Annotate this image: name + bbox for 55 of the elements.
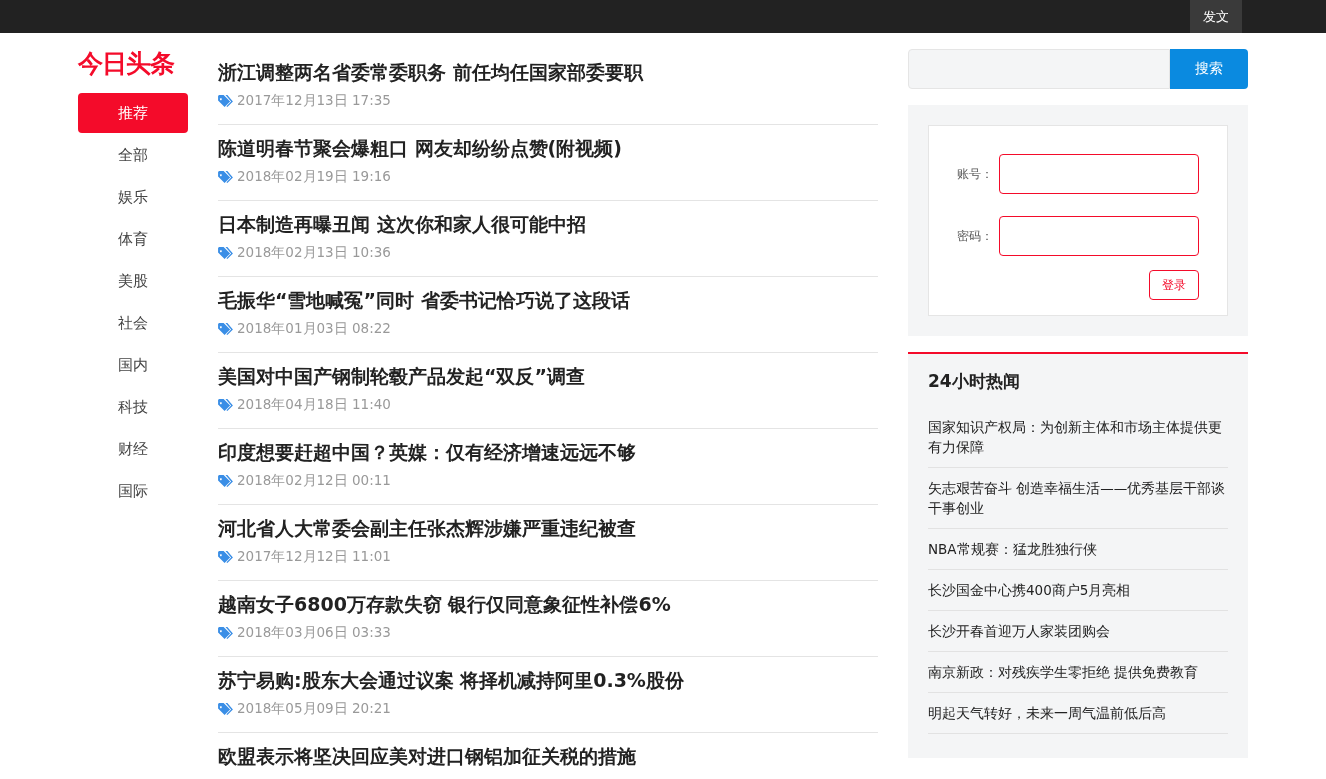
tag-icon	[218, 702, 233, 716]
tag-icon	[218, 94, 233, 108]
article-title[interactable]: 越南女子6800万存款失窃 银行仅同意象征性补偿6%	[218, 589, 878, 619]
search-field[interactable]	[908, 49, 1170, 89]
article-date: 2018年02月13日 10:36	[237, 244, 391, 262]
article-date: 2018年03月06日 03:33	[237, 624, 391, 642]
hot-news-link[interactable]: 明起天气转好，未来一周气温前低后高	[928, 693, 1228, 734]
article-title[interactable]: 毛振华“雪地喊冤”同时 省委书记恰巧说了这段话	[218, 285, 878, 315]
account-field[interactable]	[999, 154, 1199, 194]
channel-tab[interactable]: 美股	[78, 261, 188, 301]
article-date: 2018年02月12日 00:11	[237, 472, 391, 490]
article-date: 2018年05月09日 20:21	[237, 700, 391, 718]
article-title[interactable]: 陈道明春节聚会爆粗口 网友却纷纷点赞(附视频)	[218, 133, 878, 163]
tag-icon	[218, 246, 233, 260]
tag-icon	[218, 322, 233, 336]
hot-news-link[interactable]: 长沙开春首迎万人家装团购会	[928, 611, 1228, 652]
tag-icon	[218, 170, 233, 184]
article-title[interactable]: 浙江调整两名省委常委职务 前任均任国家部委要职	[218, 57, 878, 87]
article-title[interactable]: 欧盟表示将坚决回应美对进口钢铝加征关税的措施	[218, 741, 878, 771]
article-title[interactable]: 日本制造再曝丑闻 这次你和家人很可能中招	[218, 209, 878, 239]
article-title[interactable]: 印度想要赶超中国？英媒：仅有经济增速远远不够	[218, 437, 878, 467]
tag-icon	[218, 474, 233, 488]
hot-news-link[interactable]: 国家知识产权局：为创新主体和市场主体提供更有力保障	[928, 407, 1228, 468]
field-label: 账号：	[957, 165, 993, 183]
post-button[interactable]: 发文	[1190, 0, 1242, 33]
tag-icon	[218, 398, 233, 412]
article-title[interactable]: 美国对中国产钢制轮毂产品发起“双反”调查	[218, 361, 878, 391]
channel-tab[interactable]: 推荐	[78, 93, 188, 133]
article-title[interactable]: 河北省人大常委会副主任张杰辉涉嫌严重违纪被查	[218, 513, 878, 543]
channel-tab[interactable]: 娱乐	[78, 177, 188, 217]
logo[interactable]: 今日头条	[78, 49, 188, 93]
channel-tab[interactable]: 国内	[78, 345, 188, 385]
article-date: 2017年12月12日 11:01	[237, 548, 391, 566]
password-field[interactable]	[999, 216, 1199, 256]
login-button[interactable]: 登录	[1149, 270, 1199, 300]
channel-tab[interactable]: 全部	[78, 135, 188, 175]
hot-news-link[interactable]: 矢志艰苦奋斗 创造幸福生活——优秀基层干部谈干事创业	[928, 468, 1228, 529]
article-date: 2018年04月18日 11:40	[237, 396, 391, 414]
channel-tab[interactable]: 体育	[78, 219, 188, 259]
field-label: 密码：	[957, 227, 993, 245]
channel-tab[interactable]: 国际	[78, 471, 188, 511]
article-date: 2017年12月13日 17:35	[237, 92, 391, 110]
article-date: 2018年01月03日 08:22	[237, 320, 391, 338]
article-date: 2018年02月19日 19:16	[237, 168, 391, 186]
tag-icon	[218, 550, 233, 564]
channel-tab[interactable]: 科技	[78, 387, 188, 427]
tag-icon	[218, 626, 233, 640]
article-title[interactable]: 苏宁易购:股东大会通过议案 将择机减持阿里0.3%股份	[218, 665, 878, 695]
channel-tab[interactable]: 社会	[78, 303, 188, 343]
search-button[interactable]: 搜索	[1170, 49, 1248, 89]
panel-title: 24小时热闻	[928, 370, 1021, 393]
hot-news-link[interactable]: 长沙国金中心携400商户5月亮相	[928, 570, 1228, 611]
hot-news-link[interactable]: 南京新政：对残疾学生零拒绝 提供免费教育	[928, 652, 1228, 693]
channel-tab[interactable]: 财经	[78, 429, 188, 469]
hot-news-link[interactable]: NBA常规赛：猛龙胜独行侠	[928, 529, 1228, 570]
